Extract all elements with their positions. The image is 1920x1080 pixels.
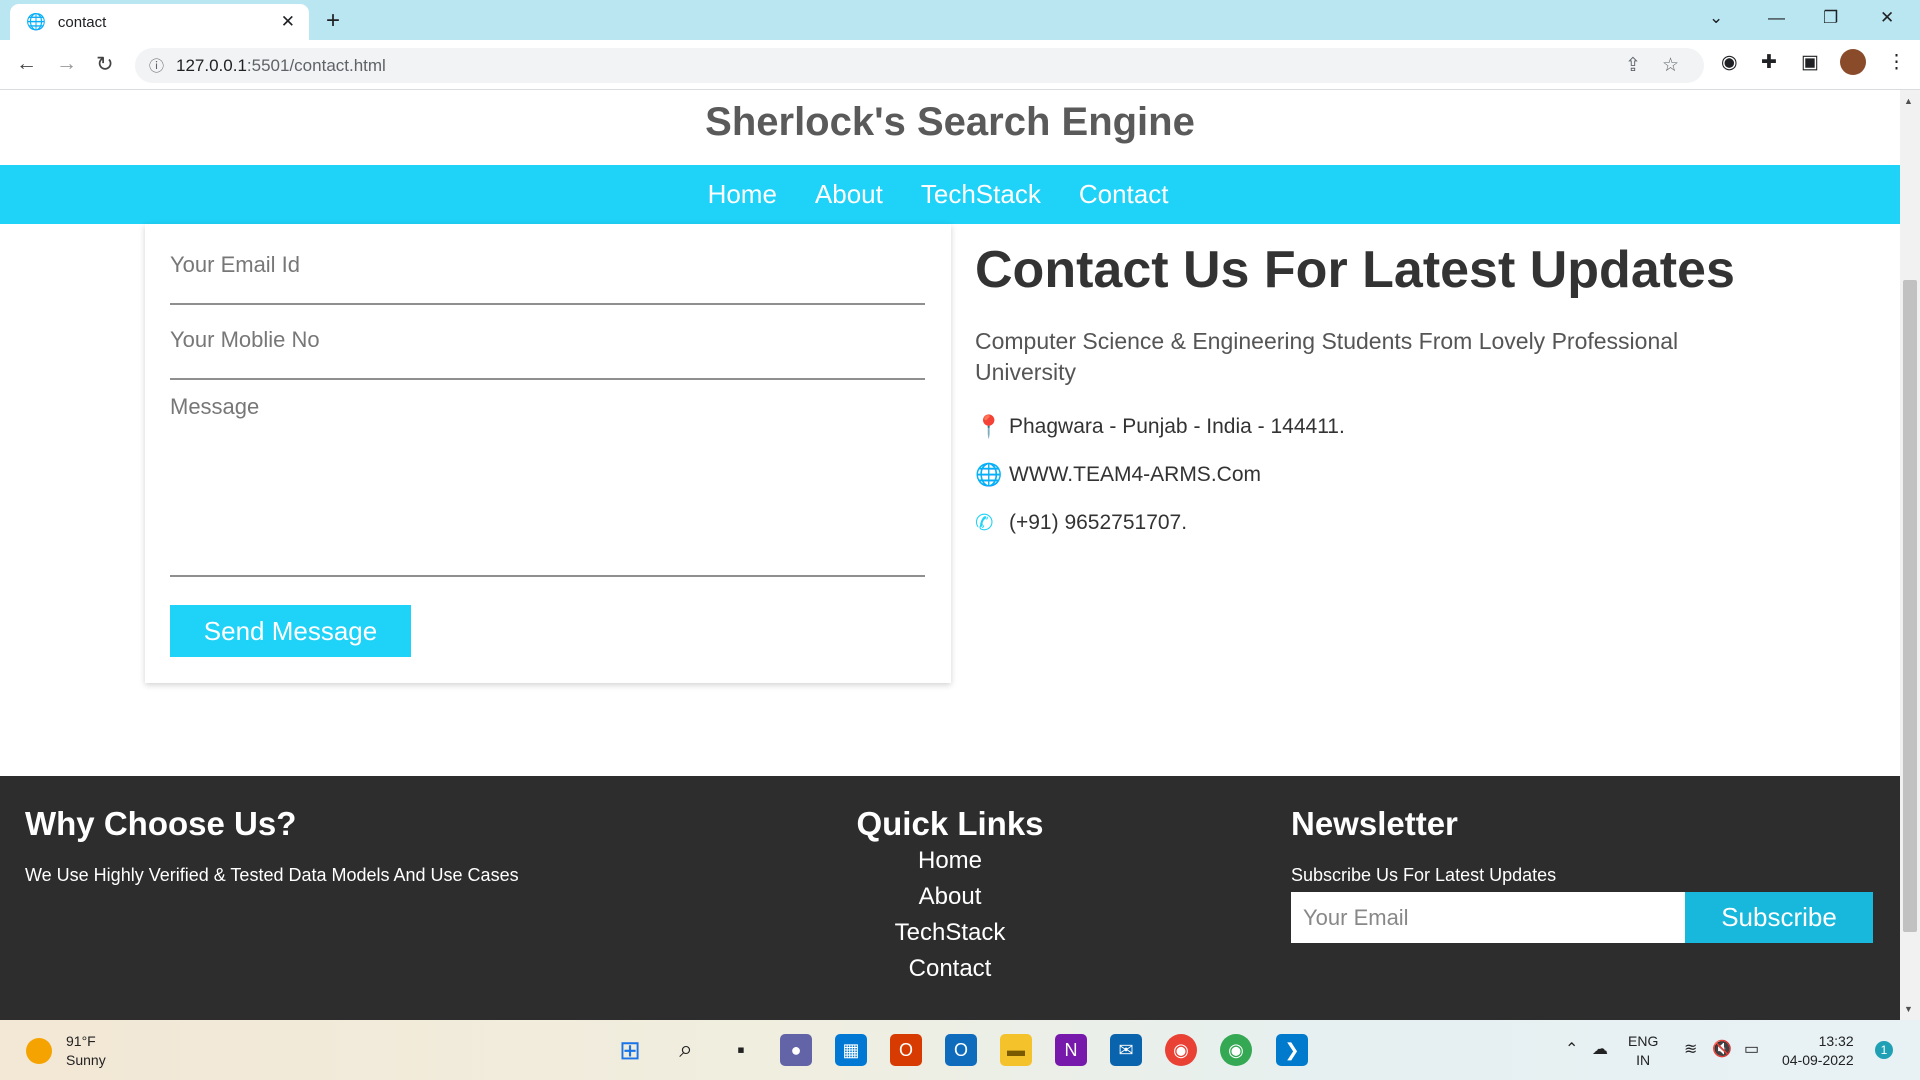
- nav-home[interactable]: Home: [708, 179, 777, 210]
- clock[interactable]: 13:32 04-09-2022: [1782, 1032, 1854, 1070]
- share-icon[interactable]: ⇪: [1625, 54, 1641, 77]
- search-icon[interactable]: ⌕: [670, 1034, 702, 1066]
- notification-badge[interactable]: 1: [1875, 1041, 1893, 1059]
- weather-temp: 91°F: [66, 1033, 96, 1049]
- nav-contact[interactable]: Contact: [1079, 179, 1169, 210]
- phone-text: (+91) 9652751707.: [1009, 511, 1188, 534]
- subscribe-button[interactable]: Subscribe: [1685, 892, 1873, 943]
- globe-icon: 🌐: [975, 462, 1003, 487]
- restore-icon[interactable]: ❐: [1823, 8, 1838, 28]
- quick-links-section: Quick Links Home About TechStack Contact: [855, 805, 1045, 983]
- main-nav: Home About TechStack Contact: [0, 165, 1900, 224]
- address-text: Phagwara - Punjab - India - 144411.: [1009, 415, 1345, 438]
- website-text: WWW.TEAM4-ARMS.Com: [1009, 463, 1261, 486]
- windows-taskbar: 91°F Sunny ⊞ ⌕ ▪ ● ▦ O O ▬ N ✉ ◉ ◉ ❯ ⌃ ☁…: [0, 1020, 1920, 1080]
- puzzle-icon[interactable]: ✚: [1761, 51, 1777, 74]
- extension-icon[interactable]: ◉: [1721, 51, 1738, 74]
- why-title: Why Choose Us?: [25, 805, 297, 842]
- site-info-icon[interactable]: ⓘ: [149, 55, 164, 76]
- nav-techstack[interactable]: TechStack: [921, 179, 1041, 210]
- phone-icon: ✆: [975, 510, 994, 535]
- send-message-button[interactable]: Send Message: [170, 605, 411, 657]
- url-bar[interactable]: ⓘ 127.0.0.1:5501/contact.html ⇪ ☆: [135, 48, 1704, 83]
- lang-region: IN: [1636, 1052, 1651, 1068]
- phone-row: ✆ (+91) 9652751707.: [975, 510, 1875, 536]
- chrome-icon[interactable]: ◉: [1165, 1034, 1197, 1066]
- contact-heading: Contact Us For Latest Updates: [975, 241, 1735, 299]
- outlook-icon[interactable]: O: [945, 1034, 977, 1066]
- footer-link-about[interactable]: About: [855, 883, 1045, 911]
- vscode-icon[interactable]: ❯: [1276, 1034, 1308, 1066]
- contact-subtitle: Computer Science & Engineering Students …: [975, 328, 1679, 385]
- scrollbar-thumb[interactable]: [1903, 280, 1917, 932]
- mobile-field[interactable]: Your Moblie No: [170, 327, 925, 380]
- contact-info: Contact Us For Latest Updates Computer S…: [975, 240, 1875, 536]
- wifi-icon[interactable]: ≋: [1684, 1040, 1697, 1059]
- weather-condition: Sunny: [66, 1052, 106, 1068]
- url-path: :5501/contact.html: [246, 55, 386, 75]
- scroll-up-arrow[interactable]: ▲: [1904, 96, 1913, 106]
- new-tab-button[interactable]: +: [326, 7, 340, 35]
- task-view-icon[interactable]: ▪: [725, 1034, 757, 1066]
- footer-link-home[interactable]: Home: [855, 847, 1045, 875]
- clock-date: 04-09-2022: [1782, 1052, 1854, 1068]
- windows-start-icon[interactable]: ⊞: [614, 1034, 646, 1066]
- clock-time: 13:32: [1818, 1033, 1854, 1049]
- bookmark-star-icon[interactable]: ☆: [1662, 54, 1679, 77]
- why-text: We Use Highly Verified & Tested Data Mod…: [25, 865, 519, 885]
- file-explorer-icon[interactable]: ▬: [1000, 1034, 1032, 1066]
- menu-dots-icon[interactable]: ⋮: [1887, 51, 1906, 74]
- map-pin-icon: 📍: [975, 414, 1003, 439]
- battery-icon[interactable]: ▭: [1744, 1040, 1759, 1059]
- message-field[interactable]: Message: [170, 394, 925, 577]
- profile-avatar[interactable]: [1840, 49, 1866, 75]
- address-toolbar: ← → ↻ ⓘ 127.0.0.1:5501/contact.html ⇪ ☆ …: [0, 40, 1920, 90]
- newsletter-section: Newsletter Subscribe Us For Latest Updat…: [1291, 805, 1556, 886]
- teams-chat-icon[interactable]: ●: [780, 1034, 812, 1066]
- weather-widget[interactable]: 91°F Sunny: [26, 1032, 106, 1070]
- sun-icon: [26, 1038, 52, 1064]
- office-icon[interactable]: O: [890, 1034, 922, 1066]
- close-tab-icon[interactable]: ✕: [281, 12, 295, 32]
- url-host: 127.0.0.1: [176, 55, 247, 75]
- site-footer: Why Choose Us? We Use Highly Verified & …: [0, 776, 1900, 1020]
- store-icon[interactable]: ▦: [835, 1034, 867, 1066]
- nav-about[interactable]: About: [815, 179, 883, 210]
- newsletter-title: Newsletter: [1291, 805, 1458, 842]
- reload-icon[interactable]: ↻: [96, 52, 114, 77]
- tray-expand-icon[interactable]: ⌃: [1565, 1040, 1578, 1059]
- onedrive-icon[interactable]: ☁: [1592, 1040, 1608, 1059]
- back-icon[interactable]: ←: [16, 52, 37, 76]
- globe-icon: 🌐: [26, 14, 46, 31]
- tab-search-icon[interactable]: ⌄: [1709, 8, 1723, 28]
- chrome-profile-icon[interactable]: ◉: [1220, 1034, 1252, 1066]
- newsletter-email-input[interactable]: Your Email: [1291, 892, 1685, 943]
- contact-form: Your Email Id Your Moblie No Message Sen…: [145, 224, 951, 683]
- window-close-icon[interactable]: ✕: [1880, 8, 1894, 28]
- site-brand: Sherlock's Search Engine: [705, 100, 1195, 144]
- tab-title: contact: [57, 13, 107, 31]
- onenote-icon[interactable]: N: [1055, 1034, 1087, 1066]
- newsletter-form: Your Email Subscribe: [1291, 892, 1873, 943]
- browser-tab-bar: 🌐 contact ✕ + ⌄ — ❐ ✕: [0, 0, 1920, 40]
- lang-primary: ENG: [1628, 1033, 1659, 1049]
- scroll-down-arrow[interactable]: ▼: [1904, 1004, 1913, 1014]
- mail-icon[interactable]: ✉: [1110, 1034, 1142, 1066]
- forward-icon[interactable]: →: [56, 52, 77, 76]
- side-panel-icon[interactable]: ▣: [1801, 51, 1819, 74]
- quick-links-title: Quick Links: [856, 805, 1044, 842]
- volume-muted-icon[interactable]: 🔇: [1712, 1040, 1732, 1059]
- minimize-icon[interactable]: —: [1768, 8, 1785, 28]
- page-viewport: Sherlock's Search Engine Home About Tech…: [0, 90, 1900, 1020]
- browser-tab[interactable]: 🌐 contact ✕: [10, 4, 309, 40]
- website-row: 🌐 WWW.TEAM4-ARMS.Com: [975, 462, 1875, 488]
- newsletter-text: Subscribe Us For Latest Updates: [1291, 865, 1557, 885]
- why-choose-section: Why Choose Us? We Use Highly Verified & …: [25, 805, 519, 886]
- address-row: 📍 Phagwara - Punjab - India - 144411.: [975, 414, 1875, 440]
- footer-link-contact[interactable]: Contact: [855, 955, 1045, 983]
- language-indicator[interactable]: ENG IN: [1628, 1032, 1658, 1070]
- footer-link-techstack[interactable]: TechStack: [855, 919, 1045, 947]
- email-field[interactable]: Your Email Id: [170, 252, 925, 305]
